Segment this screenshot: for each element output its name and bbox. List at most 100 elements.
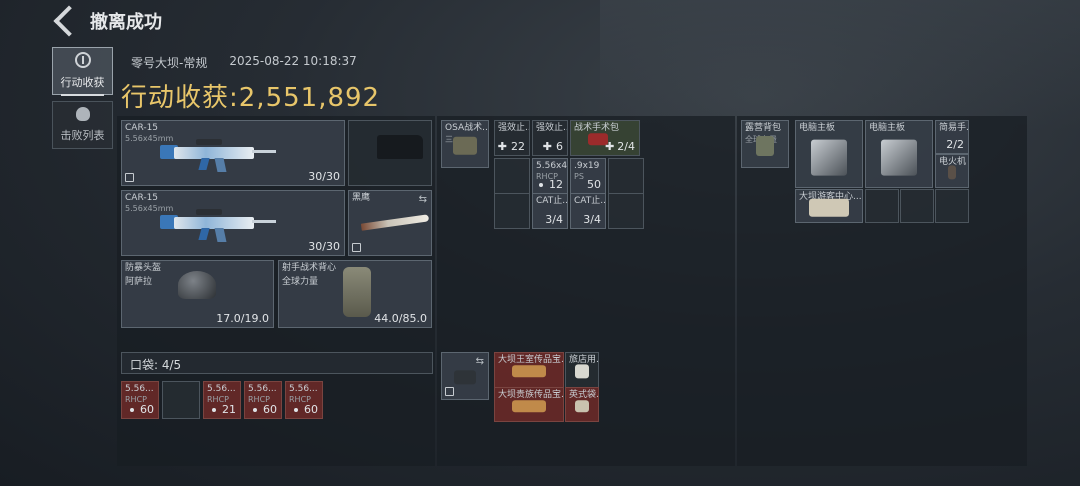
swap-icon[interactable]: ⇆	[419, 194, 427, 205]
lighter-icon	[948, 165, 956, 180]
card-icon	[575, 364, 589, 379]
backpack-empty-slot[interactable]	[935, 189, 969, 223]
pistol-slot[interactable]	[348, 120, 432, 186]
harvest-total: 行动收获:2,551,892	[121, 77, 380, 114]
item-name: 强效止...	[536, 123, 567, 133]
pocket-item[interactable]: 5.56... RHCP 21	[203, 381, 241, 419]
item-name: 电脑主板	[869, 123, 906, 133]
item-count: 50	[587, 178, 601, 191]
item-count: 60	[140, 403, 154, 416]
item-count: 6	[556, 140, 563, 153]
helmet-slot[interactable]: 防暴头盔 阿萨拉 17.0/19.0	[121, 260, 274, 328]
back-arrow-icon[interactable]	[53, 5, 85, 37]
safe-box-slot[interactable]: ⇆	[441, 352, 489, 400]
package-icon	[575, 399, 589, 412]
ammo-dot-icon	[212, 408, 216, 412]
lock-icon	[125, 173, 134, 182]
secondary-weapon-slot[interactable]: CAR-15 5.56x45mm 30/30	[121, 190, 345, 256]
pocket-item[interactable]: 5.56... RHCP 60	[121, 381, 159, 419]
backpack-empty-slot[interactable]	[900, 189, 934, 223]
skull-icon	[75, 107, 90, 121]
item-name: 强效止...	[498, 123, 529, 133]
safe-item[interactable]: 大坝王室传品宝...	[494, 352, 564, 388]
item-name: 5.56x4...	[536, 161, 568, 171]
primary-weapon-slot[interactable]: CAR-15 5.56x45mm 30/30	[121, 120, 345, 186]
item-count: 60	[304, 403, 318, 416]
treasure-icon	[512, 399, 546, 412]
ammo-dot-icon	[294, 408, 298, 412]
vest-sub: 全球力量	[282, 277, 319, 287]
melee-name: 黑鹰	[352, 193, 371, 203]
rifle-icon	[160, 209, 276, 242]
item-name: 简易手...	[939, 123, 969, 133]
rig-empty-slot[interactable]	[494, 193, 530, 229]
backpack-item[interactable]: 电脑主板	[795, 120, 863, 188]
swap-icon[interactable]: ⇆	[476, 356, 484, 367]
item-count: 22	[511, 140, 525, 153]
pocket-label: 口袋:	[130, 358, 159, 372]
rig-empty-slot[interactable]	[608, 158, 644, 194]
vest-name: 射手战术背心	[282, 263, 337, 273]
rig-item[interactable]: 强效止... ✚ 6	[532, 120, 568, 156]
vest-slot[interactable]: 射手战术背心 全球力量 44.0/85.0	[278, 260, 432, 328]
map-name: 零号大坝-常规	[131, 56, 208, 70]
rig-empty-slot[interactable]	[494, 158, 530, 194]
rifle-icon	[160, 139, 276, 172]
backpack-item[interactable]: 大坝游客中心...	[795, 189, 863, 223]
item-name: 5.56...	[207, 384, 236, 394]
item-count: 21	[222, 403, 236, 416]
helmet-icon	[178, 271, 216, 299]
pocket-header: 口袋: 4/5	[121, 352, 433, 374]
lock-icon	[352, 243, 361, 252]
safe-item[interactable]: 大坝贵族传品宝...	[494, 387, 564, 422]
pocket-count: 4/5	[161, 358, 182, 372]
motherboard-icon	[881, 139, 917, 176]
raid-meta: 零号大坝-常规 2025-08-22 10:18:37	[131, 54, 357, 71]
pocket-empty-slot[interactable]	[162, 381, 200, 419]
melee-slot[interactable]: 黑鹰 ⇆	[348, 190, 432, 256]
document-icon	[809, 198, 849, 217]
harvest-label: 行动收获:	[121, 83, 239, 113]
ammo-dot-icon	[253, 408, 257, 412]
ammo-count: 30/30	[308, 170, 340, 183]
background-haze	[600, 0, 1080, 130]
tab-action-harvest[interactable]: 行动收获	[52, 47, 113, 96]
backpack-item[interactable]: 电火机	[935, 154, 969, 188]
rig-item[interactable]: 强效止... ✚ 22	[494, 120, 530, 156]
item-name: CAT止...	[574, 196, 606, 206]
tab-kill-list[interactable]: 击败列表	[52, 101, 113, 149]
backpack-slot[interactable]: 露营背包 全球力量	[741, 120, 789, 168]
safe-item[interactable]: 英式袋...	[565, 387, 599, 422]
rig-item[interactable]: CAT止... 3/4	[570, 193, 606, 229]
rig-item[interactable]: .9x19 PS 50	[570, 158, 606, 194]
safe-box-icon	[454, 370, 476, 385]
pocket-item[interactable]: 5.56... RHCP 60	[285, 381, 323, 419]
helmet-name: 防暴头盔	[125, 263, 162, 273]
ammo-dot-icon	[539, 183, 543, 187]
backpack-item[interactable]: 简易手... 2/2	[935, 120, 969, 154]
ammo-count: 30/30	[308, 240, 340, 253]
item-count: 2/4	[617, 140, 635, 153]
safe-item[interactable]: 旅店用...	[565, 352, 599, 388]
item-count: 2/2	[946, 138, 964, 151]
rig-empty-slot[interactable]	[608, 193, 644, 229]
rig-item[interactable]: 战术手术包 ✚ 2/4	[570, 120, 640, 156]
rig-name: OSA战术...	[445, 123, 489, 133]
backpack-empty-slot[interactable]	[865, 189, 899, 223]
backpack-item[interactable]: 电脑主板	[865, 120, 933, 188]
vest-icon	[343, 267, 371, 317]
raid-datetime: 2025-08-22 10:18:37	[229, 54, 357, 68]
pocket-item[interactable]: 5.56... RHCP 60	[244, 381, 282, 419]
item-name: 5.56...	[289, 384, 318, 394]
item-count: 3/4	[583, 213, 601, 226]
vest-durability: 44.0/85.0	[374, 312, 427, 325]
tab-label: 行动收获	[60, 76, 105, 89]
rig-item[interactable]: 5.56x4... RHCP 12	[532, 158, 568, 194]
motherboard-icon	[811, 139, 847, 176]
plus-icon: ✚	[497, 140, 507, 153]
chest-rig-slot[interactable]: OSA战术... 三...	[441, 120, 489, 168]
plus-icon: ✚	[605, 140, 615, 153]
weapon-name: CAR-15	[125, 193, 159, 203]
plus-icon: ✚	[542, 140, 552, 153]
rig-item[interactable]: CAT止... 3/4	[532, 193, 568, 229]
